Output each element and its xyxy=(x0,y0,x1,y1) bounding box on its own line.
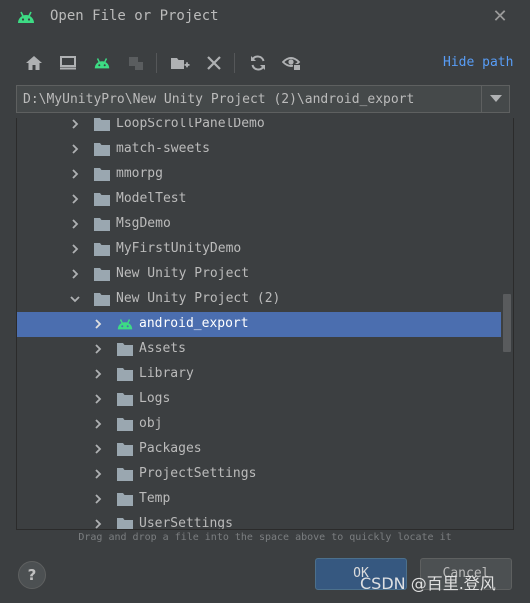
tree-row[interactable]: match-sweets xyxy=(17,137,501,162)
path-input[interactable] xyxy=(17,86,483,112)
chevron-right-icon[interactable] xyxy=(92,443,104,455)
folder-icon xyxy=(94,143,110,156)
toolbar-separator xyxy=(156,53,157,73)
show-hidden-icon[interactable] xyxy=(280,50,304,76)
file-tree[interactable]: LoopScrollPanelDemo match-sweets mmorpg Mod… xyxy=(16,118,514,530)
chevron-right-icon[interactable] xyxy=(69,193,81,205)
tree-row-label: MyFirstUnityDemo xyxy=(116,241,242,256)
tree-row-label: Assets xyxy=(139,341,186,356)
chevron-down-icon[interactable] xyxy=(69,293,81,305)
tree-row-label: New Unity Project (2) xyxy=(116,291,281,306)
folder-icon xyxy=(94,243,110,256)
refresh-icon[interactable] xyxy=(246,50,270,76)
chevron-down-icon[interactable] xyxy=(481,86,509,112)
tree-row[interactable]: Library xyxy=(17,362,501,387)
close-icon[interactable]: ✕ xyxy=(488,5,512,29)
chevron-right-icon[interactable] xyxy=(92,493,104,505)
tree-row[interactable]: Packages xyxy=(17,437,501,462)
tree-row-label: android_export xyxy=(139,316,249,331)
folder-icon xyxy=(94,168,110,181)
folder-icon xyxy=(117,418,133,431)
android-icon xyxy=(117,319,133,330)
drag-drop-hint: Drag and drop a file into the space abov… xyxy=(78,532,452,543)
vertical-scrollbar[interactable] xyxy=(503,294,511,352)
tree-row-label: Logs xyxy=(139,391,171,406)
tree-row[interactable]: MyFirstUnityDemo xyxy=(17,237,501,262)
tree-row[interactable]: New Unity Project (2) xyxy=(17,287,501,312)
tree-row-label: mmorpg xyxy=(116,166,163,181)
home-icon[interactable] xyxy=(22,50,46,76)
tree-row-label: ModelTest xyxy=(116,191,187,206)
chevron-right-icon[interactable] xyxy=(69,168,81,180)
tree-row[interactable]: Logs xyxy=(17,387,501,412)
tree-row[interactable]: MsgDemo xyxy=(17,212,501,237)
tree-row-label: Packages xyxy=(139,441,202,456)
folder-icon xyxy=(117,468,133,481)
android-project-icon[interactable] xyxy=(90,50,114,76)
help-icon[interactable]: ? xyxy=(18,561,46,589)
delete-icon[interactable] xyxy=(202,50,226,76)
dialog-title: Open File or Project xyxy=(50,8,219,24)
chevron-right-icon[interactable] xyxy=(69,268,81,280)
chevron-right-icon[interactable] xyxy=(92,518,104,530)
hide-path-link[interactable]: Hide path xyxy=(443,55,513,70)
tree-row-label: New Unity Project xyxy=(116,266,250,281)
tree-row[interactable]: android_export xyxy=(17,312,501,337)
tree-row[interactable]: Temp xyxy=(17,487,501,512)
tree-row-label: Temp xyxy=(139,491,171,506)
folder-icon xyxy=(94,193,110,206)
android-icon xyxy=(18,11,34,23)
tree-row[interactable]: obj xyxy=(17,412,501,437)
title-bar: Open File or Project ✕ xyxy=(0,0,530,36)
chevron-right-icon[interactable] xyxy=(69,118,81,130)
tree-row[interactable]: UserSettings xyxy=(17,512,501,530)
tree-row[interactable]: mmorpg xyxy=(17,162,501,187)
folder-icon xyxy=(117,343,133,356)
tree-row[interactable]: ProjectSettings xyxy=(17,462,501,487)
chevron-right-icon[interactable] xyxy=(69,218,81,230)
folder-icon xyxy=(94,218,110,231)
new-folder-icon[interactable] xyxy=(168,50,192,76)
toolbar xyxy=(16,50,436,76)
tree-row-label: obj xyxy=(139,416,163,431)
desktop-icon[interactable] xyxy=(56,50,80,76)
folder-icon xyxy=(117,443,133,456)
toolbar-separator xyxy=(234,53,235,73)
chevron-right-icon[interactable] xyxy=(92,468,104,480)
tree-row[interactable]: LoopScrollPanelDemo xyxy=(17,118,501,137)
folder-icon xyxy=(117,518,133,529)
tree-row[interactable]: ModelTest xyxy=(17,187,501,212)
folder-icon xyxy=(117,368,133,381)
tree-row-label: UserSettings xyxy=(139,516,233,530)
tree-row[interactable]: New Unity Project xyxy=(17,262,501,287)
folder-icon xyxy=(117,493,133,506)
tree-row-label: Library xyxy=(139,366,194,381)
path-combobox[interactable] xyxy=(16,85,510,113)
chevron-right-icon[interactable] xyxy=(69,143,81,155)
folder-icon xyxy=(117,393,133,406)
module-icon[interactable] xyxy=(124,50,148,76)
tree-row[interactable]: Assets xyxy=(17,337,501,362)
chevron-right-icon[interactable] xyxy=(92,343,104,355)
tree-row-label: match-sweets xyxy=(116,141,210,156)
tree-row-label: ProjectSettings xyxy=(139,466,257,481)
folder-icon xyxy=(94,268,110,281)
chevron-right-icon[interactable] xyxy=(92,318,104,330)
watermark: CSDN @百里.登风 xyxy=(360,574,496,593)
folder-icon xyxy=(94,118,110,131)
chevron-right-icon[interactable] xyxy=(92,418,104,430)
chevron-right-icon[interactable] xyxy=(69,243,81,255)
folder-icon xyxy=(94,293,110,306)
tree-row-label: MsgDemo xyxy=(116,216,171,231)
tree-row-label: LoopScrollPanelDemo xyxy=(116,118,265,131)
chevron-right-icon[interactable] xyxy=(92,368,104,380)
chevron-right-icon[interactable] xyxy=(92,393,104,405)
